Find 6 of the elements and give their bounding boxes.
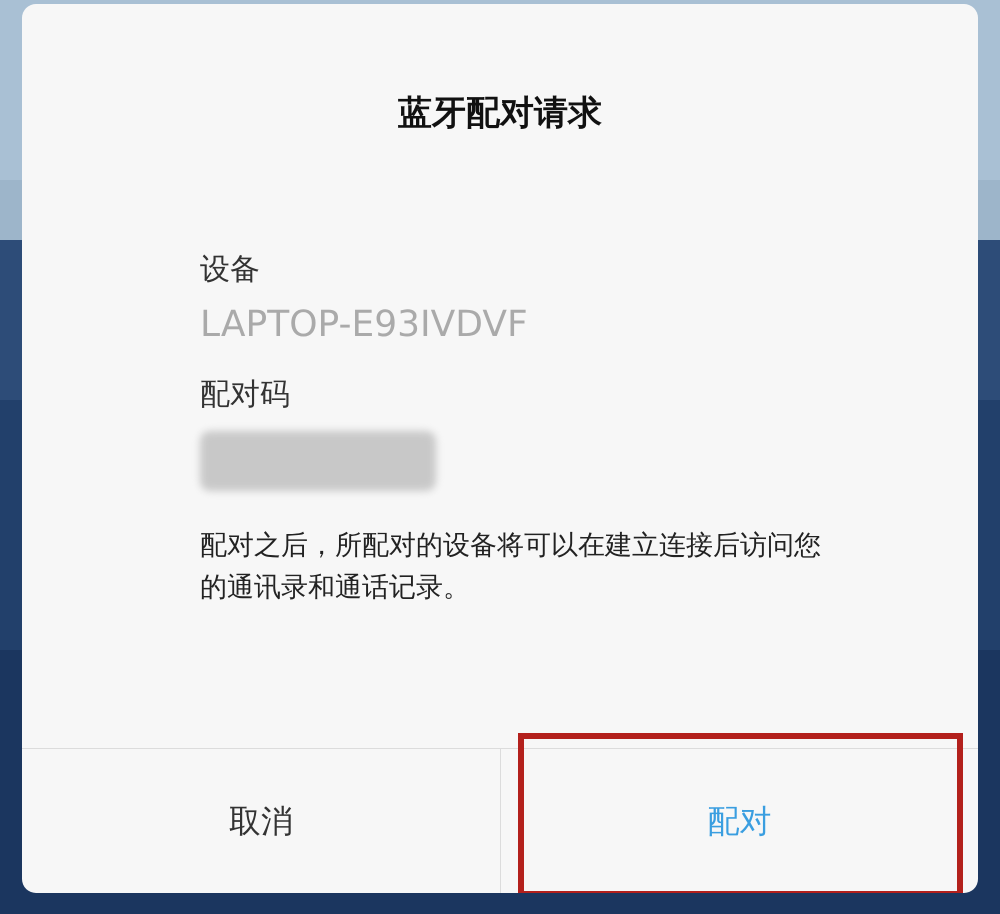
field-label: 配对码 xyxy=(200,376,291,414)
message-text: 配对之后，所配对的设备将可以在建立连接后访问您的通讯录和通话记录。 xyxy=(200,529,822,605)
dialog-title: 蓝牙配对请求 xyxy=(398,92,602,135)
cancel-button[interactable]: 取消 xyxy=(22,749,500,893)
field-label: 设备 xyxy=(200,251,261,289)
device-name: LAPTOP-E93IVDVF xyxy=(200,303,529,347)
